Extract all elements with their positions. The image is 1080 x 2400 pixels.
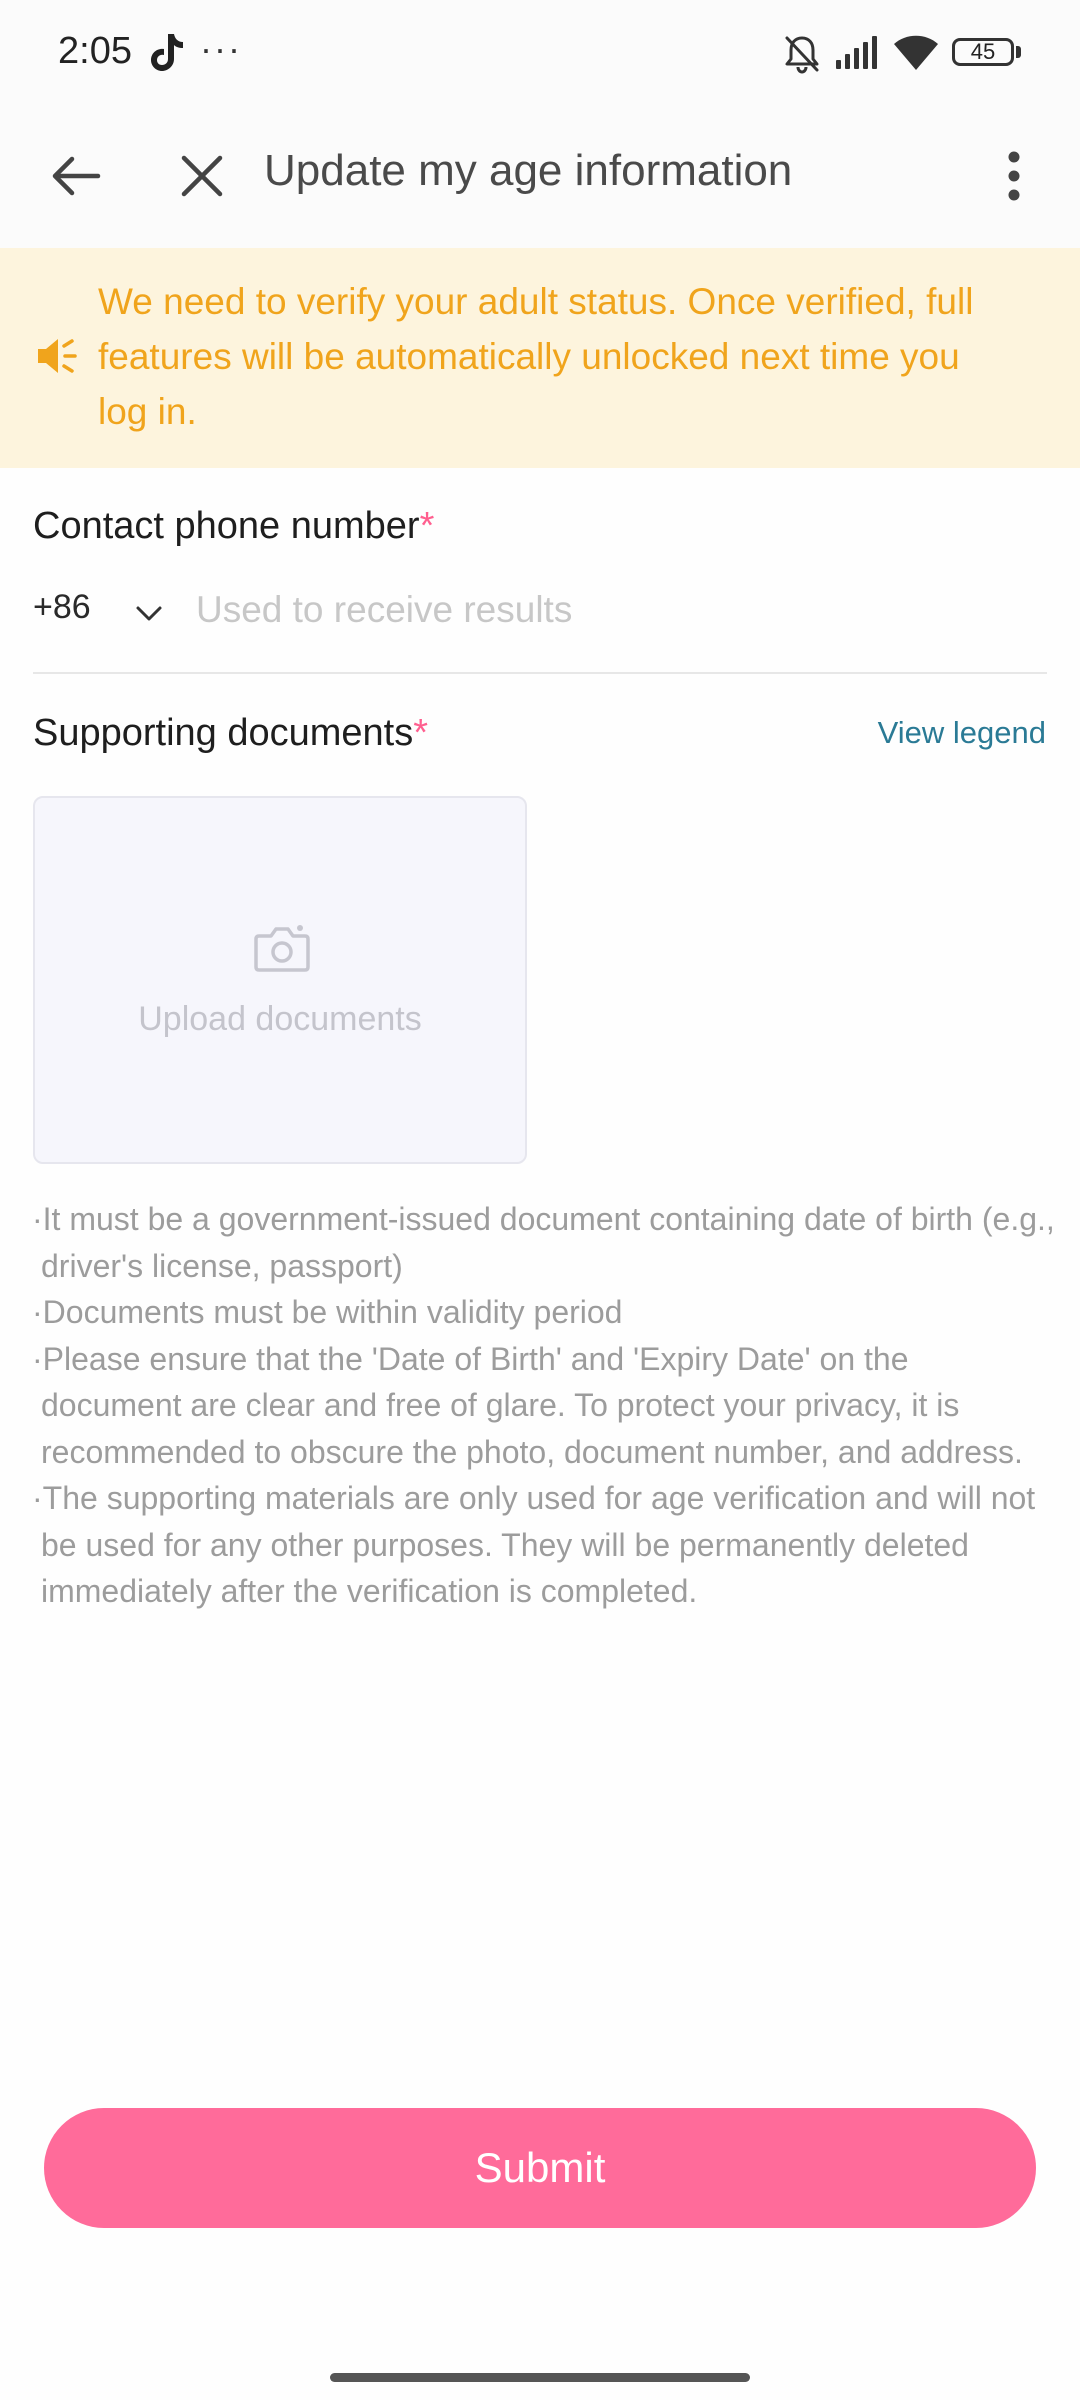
country-code-select[interactable]: +86 [33,588,91,627]
required-mark: * [413,712,429,754]
status-time: 2:05 [58,30,132,72]
document-requirements: ·It must be a government-issued document… [32,1196,1056,1615]
requirement-note: ·The supporting materials are only used … [32,1480,1036,1609]
close-icon[interactable] [170,144,234,208]
battery-level: 45 [952,38,1014,66]
phone-label-text: Contact phone number [33,505,420,547]
documents-label: Supporting documents* [33,712,428,755]
app-header: Update my age information [0,108,1080,250]
upload-documents-button[interactable]: Upload documents [33,796,527,1164]
wifi-icon [894,35,938,70]
bell-muted-icon [785,36,819,74]
divider [33,672,1047,674]
tiktok-icon [151,34,183,71]
phone-label: Contact phone number* [33,505,434,548]
requirement-note: ·It must be a government-issued document… [32,1201,1055,1284]
speaker-icon [38,339,77,373]
view-legend-link[interactable]: View legend [878,715,1046,751]
battery-icon: 45 [952,38,1024,70]
signal-icon [836,36,877,69]
chevron-down-icon[interactable] [134,598,164,628]
required-mark: * [419,505,435,547]
submit-button[interactable]: Submit [44,2108,1036,2228]
status-bar: 2:05 ··· 45 [0,0,1080,108]
notice-text: We need to verify your adult status. Onc… [98,281,974,432]
documents-label-text: Supporting documents [33,712,414,754]
requirement-note: ·Documents must be within validity perio… [32,1294,623,1330]
camera-icon [254,925,310,972]
upload-label: Upload documents [138,1000,422,1038]
verification-notice: We need to verify your adult status. Onc… [0,248,1080,468]
home-indicator[interactable] [330,2373,750,2382]
phone-number-input[interactable] [196,580,1036,640]
requirement-note: ·Please ensure that the 'Date of Birth' … [32,1340,1023,1470]
back-arrow-icon[interactable] [44,144,108,208]
more-vertical-icon[interactable] [994,144,1034,208]
status-more-indicator: ··· [200,28,242,69]
page-title: Update my age information [264,146,793,195]
